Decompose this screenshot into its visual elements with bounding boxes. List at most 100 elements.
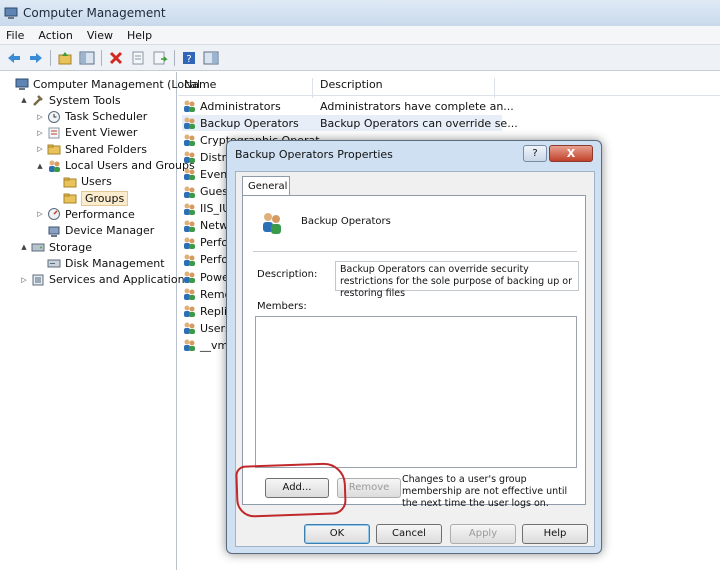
menu-help[interactable]: Help [127,29,152,42]
tree-item-groups[interactable]: Groups [52,190,129,206]
column-header-name[interactable]: Name [184,78,216,91]
export-list-icon[interactable] [152,50,168,66]
tree-item-label: Task Scheduler [65,110,148,124]
tree-item-label: Computer Management (Local [33,77,200,91]
expanded-arrow-icon[interactable]: ▲ [20,243,28,251]
expanded-arrow-icon[interactable]: ▲ [36,162,44,170]
menu-bar: File Action View Help [0,26,720,45]
title-bar: Computer Management [0,0,720,26]
tab-general[interactable]: General [242,176,290,196]
menu-view[interactable]: View [87,29,113,42]
collapsed-arrow-icon[interactable]: ▷ [36,113,44,121]
tree-item-computer-management-local[interactable]: Computer Management (Local [4,76,200,92]
column-separator[interactable] [312,78,313,98]
collapsed-arrow-icon[interactable]: ▷ [36,129,44,137]
group-icon [182,219,196,233]
group-name-cell: Perfo [200,253,229,267]
clock-icon [47,110,61,124]
apply-button[interactable]: Apply [450,524,516,544]
description-field[interactable]: Backup Operators can override security r… [335,261,579,299]
group-icon [182,287,196,301]
services-icon [31,273,45,287]
collapsed-arrow-icon[interactable]: ▷ [36,145,44,153]
tree-item-label: Event Viewer [65,126,138,140]
collapsed-arrow-icon[interactable]: ▷ [36,210,44,218]
group-name-cell: Distri [200,150,230,164]
delete-icon[interactable] [108,50,124,66]
tree-item-label: Local Users and Groups [65,159,195,172]
tree-item-system-tools[interactable]: ▲ System Tools [20,92,121,108]
show-action-pane-icon[interactable] [203,50,219,66]
navigation-tree: Computer Management (Local ▲ System Tools ▷… [0,72,200,570]
tree-item-storage[interactable]: ▲ Storage [20,239,92,255]
list-item[interactable]: Administrators Administrators have comple… [182,98,514,114]
users-icon [47,159,61,173]
column-header-description[interactable]: Description [320,78,383,91]
tree-item-event-viewer[interactable]: ▷ Event Viewer [36,125,137,141]
ok-button[interactable]: OK [304,524,370,544]
tree-item-task-scheduler[interactable]: ▷ Task Scheduler [36,109,147,125]
tree-item-label: Groups [81,190,129,206]
tree-item-local-users-and-groups[interactable]: ▲ Local Users and Groups [36,158,195,174]
tree-item-label: Users [81,175,112,189]
list-item[interactable]: Backup Operators Backup Operators can ove… [182,115,518,132]
disk-icon [47,256,61,270]
column-separator[interactable] [494,78,495,98]
collapsed-arrow-icon[interactable]: ▷ [20,276,28,284]
up-folder-icon[interactable] [57,50,73,66]
red-annotation-circle [235,462,347,518]
expanded-arrow-icon[interactable]: ▲ [20,96,28,104]
group-users-icon [259,210,285,236]
properties-icon[interactable] [130,50,146,66]
show-hide-tree-icon[interactable] [79,50,95,66]
group-icon [182,304,196,318]
toolbar-separator [174,49,175,66]
forward-arrow-icon[interactable] [28,50,44,66]
menu-action[interactable]: Action [38,29,72,42]
tree-item-disk-management[interactable]: Disk Management [36,255,165,271]
dialog-close-button[interactable]: X [549,145,593,162]
cancel-button[interactable]: Cancel [376,524,442,544]
device-icon [47,224,61,238]
toolbar-separator [50,49,51,66]
group-name-cell: Powe [200,270,229,284]
folder-icon [47,142,61,156]
tree-item-performance[interactable]: ▷ Performance [36,206,134,222]
tree-item-label: Storage [49,240,93,254]
computer-icon [15,77,29,91]
toolbar: ? [0,45,720,71]
group-description-cell: Backup Operators can override se... [320,116,518,130]
group-icon [182,99,196,113]
tree-item-label: Shared Folders [65,142,147,156]
tree-item-shared-folders[interactable]: ▷ Shared Folders [36,141,147,157]
group-icon [182,338,196,352]
svg-text:?: ? [186,54,191,65]
divider [253,251,577,252]
window-title: Computer Management [23,6,166,20]
tree-item-label: Disk Management [65,256,165,270]
members-list[interactable] [255,316,577,468]
folder-icon [63,191,77,205]
dialog-help-button[interactable]: ? [523,145,547,162]
tree-item-device-manager[interactable]: Device Manager [36,223,154,239]
remove-member-button[interactable]: Remove [337,478,401,498]
group-name-cell: Netw [200,219,229,233]
group-name-cell: Perfo [200,236,229,250]
toolbar-separator [101,49,102,66]
group-icon [182,202,196,216]
menu-file[interactable]: File [6,29,24,42]
tree-item-label: Services and Applications [49,273,191,287]
help-icon[interactable]: ? [181,50,197,66]
tree-item-services-and-applications[interactable]: ▷ Services and Applications [20,272,190,288]
group-icon [182,321,196,335]
group-name-cell: Administrators [200,99,281,113]
computer-management-icon [4,6,18,20]
tree-item-label: System Tools [49,93,121,107]
group-icon [182,185,196,199]
group-icon [182,150,196,164]
event-icon [47,126,61,140]
tree-item-users[interactable]: Users [52,174,112,190]
back-arrow-icon[interactable] [6,50,22,66]
help-button[interactable]: Help [522,524,588,544]
tools-icon [31,93,45,107]
